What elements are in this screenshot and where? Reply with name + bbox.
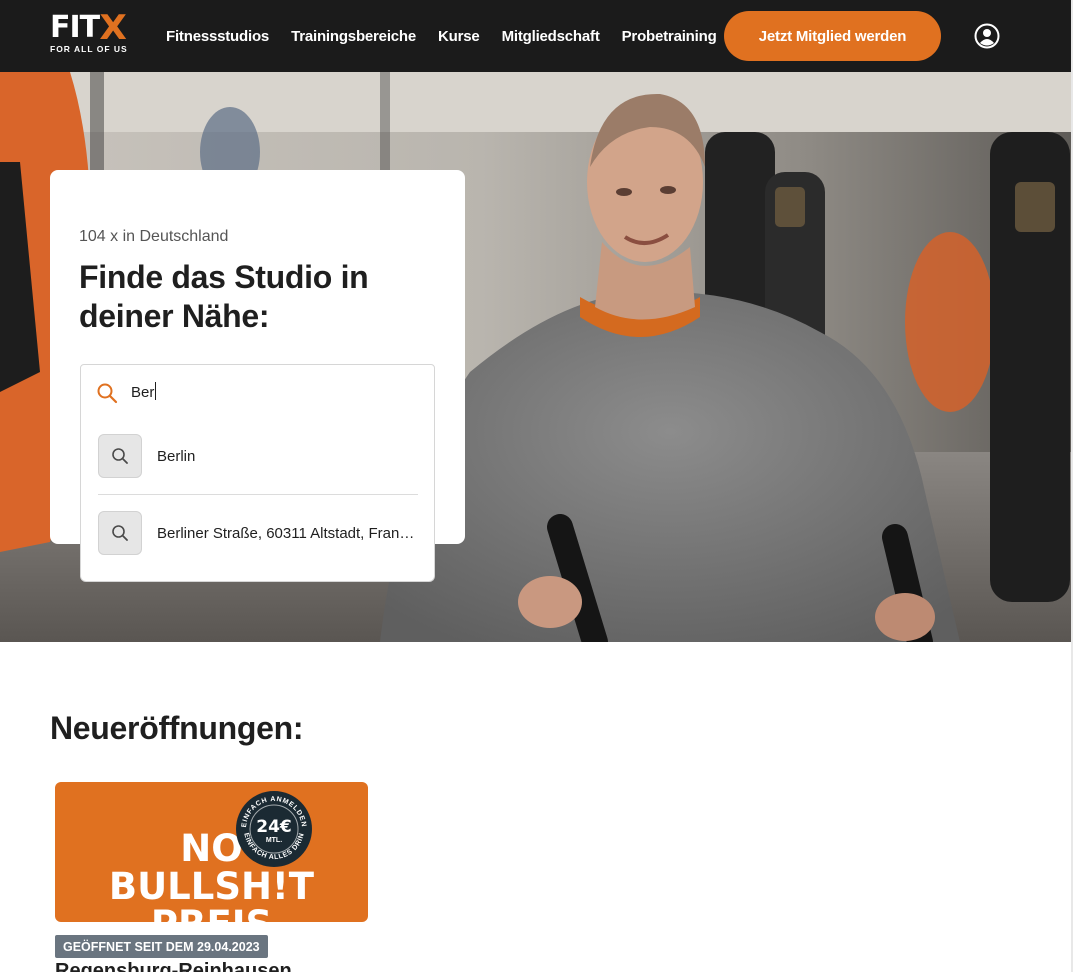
- opening-date-badge: GEÖFFNET SEIT DEM 29.04.2023: [55, 935, 268, 958]
- nav-item-probetraining[interactable]: Probetraining: [622, 28, 717, 45]
- suggestion-label: Berliner Straße, 60311 Altstadt, Frankfu…: [157, 524, 415, 542]
- join-membership-button[interactable]: Jetzt Mitglied werden: [724, 11, 941, 61]
- search-icon: [97, 383, 118, 404]
- search-icon: [98, 511, 142, 555]
- logo-word: FIT: [50, 10, 100, 45]
- fitx-logo[interactable]: FIT X FOR ALL OF US: [50, 8, 130, 55]
- studio-card-image[interactable]: NO BULLSH!T PREIS EINFACH ANMELDEN EINFA…: [55, 782, 368, 922]
- site-header: FIT X FOR ALL OF US Fitnessstudios Traini…: [0, 0, 1073, 72]
- suggestion-label: Berlin: [157, 447, 196, 465]
- logo-x: X: [99, 8, 127, 48]
- nav-item-trainingsbereiche[interactable]: Trainingsbereiche: [291, 28, 416, 45]
- nav-item-mitgliedschaft[interactable]: Mitgliedschaft: [502, 28, 600, 45]
- studio-count-text: 104 x in Deutschland: [79, 228, 229, 245]
- suggestion-item[interactable]: Berliner Straße, 60311 Altstadt, Frankfu…: [98, 511, 418, 555]
- logo-wordmark: FIT X: [50, 8, 130, 48]
- main-nav: Fitnessstudios Trainingsbereiche Kurse M…: [166, 0, 739, 72]
- studio-search-input[interactable]: Ber: [80, 364, 435, 420]
- search-card-title: Finde das Studio in deiner Nähe:: [79, 259, 369, 334]
- search-icon: [98, 434, 142, 478]
- search-input-text: Ber: [131, 384, 155, 401]
- nav-item-fitnessstudios[interactable]: Fitnessstudios: [166, 28, 269, 45]
- seal-unit: MTL.: [266, 837, 282, 844]
- promo-line-2: BULLSH!T: [108, 865, 315, 908]
- suggestion-divider: [98, 494, 418, 495]
- search-suggestions-dropdown: Berlin Berliner Straße, 60311 Altstadt, …: [80, 419, 435, 582]
- text-caret: [155, 382, 157, 400]
- price-seal-icon: EINFACH ANMELDEN EINFACH ALLES DRIN 24€ …: [236, 791, 312, 867]
- suggestion-item[interactable]: Berlin: [98, 434, 418, 478]
- search-input-value[interactable]: Ber: [131, 382, 157, 401]
- studio-name-link[interactable]: Regensburg-Reinhausen: [55, 960, 292, 972]
- promo-line-1: NO: [180, 827, 243, 870]
- promo-line-3: PREIS: [55, 906, 368, 922]
- section-title-new-openings: Neueröffnungen:: [50, 710, 304, 746]
- seal-price: 24€: [256, 817, 292, 837]
- user-account-icon[interactable]: [974, 23, 1000, 49]
- nav-item-kurse[interactable]: Kurse: [438, 28, 480, 45]
